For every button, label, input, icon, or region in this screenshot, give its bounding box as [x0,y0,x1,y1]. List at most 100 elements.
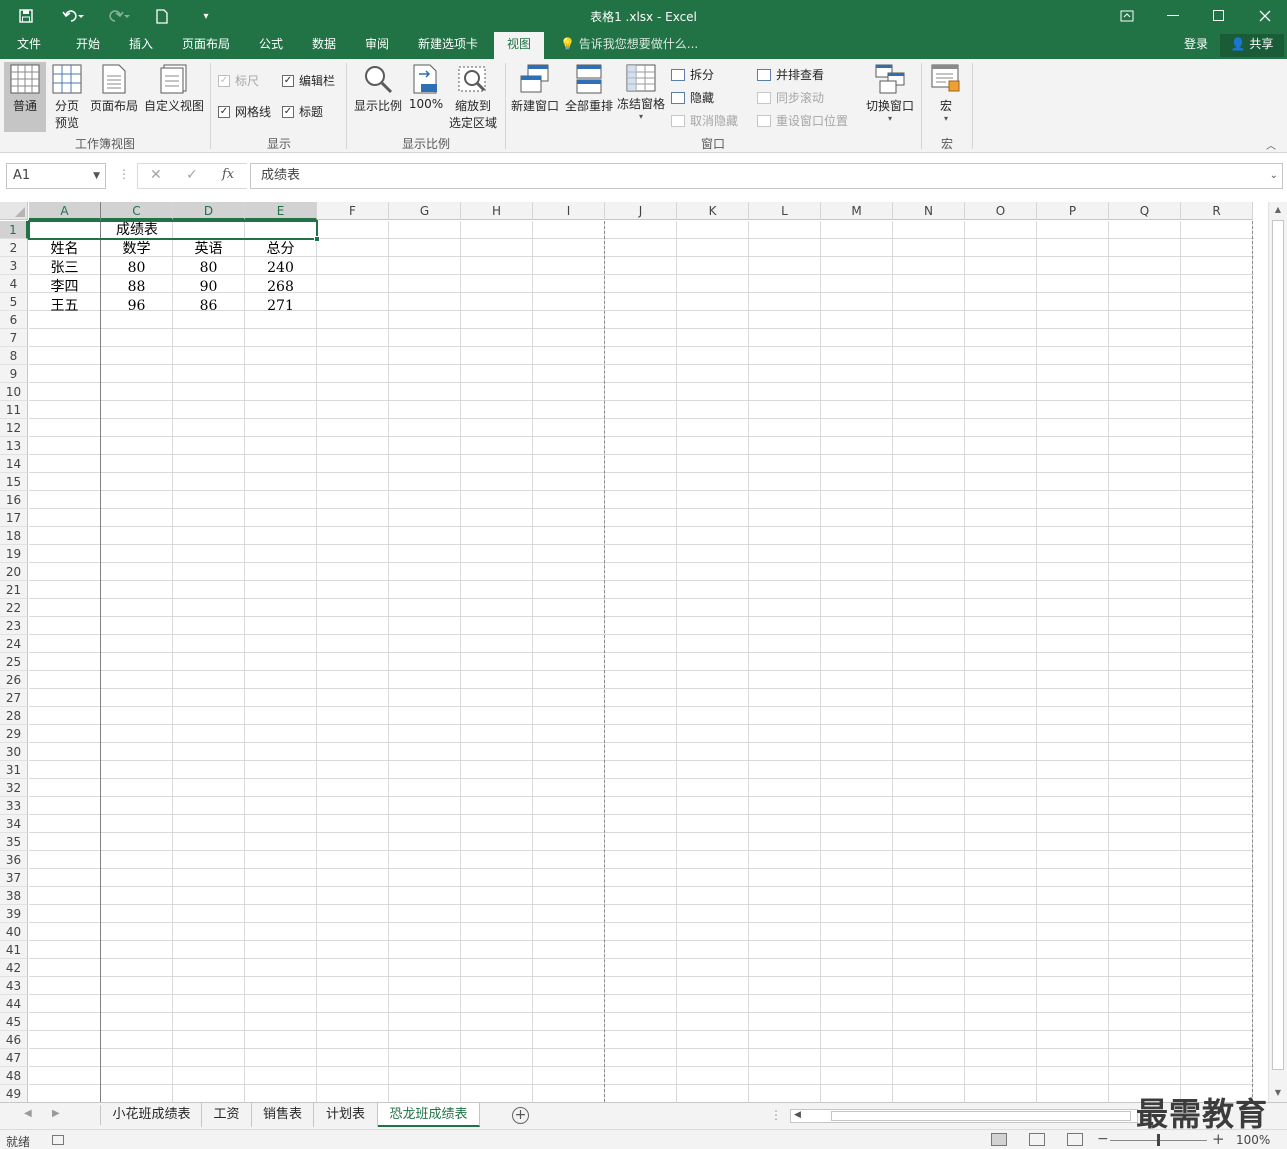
row-header[interactable]: 25 [0,653,28,671]
zoom-in-icon[interactable]: + [1212,1130,1225,1148]
row-header[interactable]: 42 [0,959,28,977]
row-header[interactable]: 38 [0,887,28,905]
row-header[interactable]: 16 [0,491,28,509]
prev-sheet-icon[interactable]: ◀ [24,1108,32,1119]
row-header[interactable]: 22 [0,599,28,617]
row-header[interactable]: 13 [0,437,28,455]
row-header[interactable]: 30 [0,743,28,761]
row-header[interactable]: 47 [0,1049,28,1067]
column-header[interactable]: M [821,202,893,220]
row-header[interactable]: 9 [0,365,28,383]
sheet-tab[interactable]: 工资 [202,1103,252,1127]
column-header[interactable]: O [965,202,1037,220]
zoom-level[interactable]: 100% [1236,1133,1270,1147]
row-header[interactable]: 31 [0,761,28,779]
normal-view-icon[interactable] [991,1133,1007,1146]
new-window-button[interactable]: 新建窗口 [509,64,561,114]
tab-page-layout[interactable]: 页面布局 [176,32,236,59]
column-header[interactable]: J [605,202,677,220]
row-header[interactable]: 45 [0,1013,28,1031]
tab-review[interactable]: 审阅 [356,32,398,59]
select-all-button[interactable] [0,202,28,220]
zoom-slider-thumb[interactable] [1157,1134,1160,1146]
tab-splitter-icon[interactable]: ⋮ [770,1108,782,1122]
zoom-to-selection-button[interactable]: 缩放到 选定区域 [446,64,500,131]
row-header[interactable]: 48 [0,1067,28,1085]
page-layout-button[interactable]: 页面布局 [88,64,140,114]
cell-header-english[interactable]: 英语 [173,240,244,258]
ruler-checkbox[interactable]: ✓ 标尺 [218,72,259,89]
normal-view-button[interactable]: 普通 [4,62,46,132]
ribbon-display-options-icon[interactable] [1104,0,1150,32]
cell-total[interactable]: 271 [245,297,316,315]
row-header[interactable]: 21 [0,581,28,599]
add-sheet-icon[interactable]: + [512,1107,529,1124]
row-header[interactable]: 28 [0,707,28,725]
tab-file[interactable]: 文件 [6,32,52,59]
page-break-preview-button[interactable]: 分页 预览 [48,64,86,131]
column-header[interactable]: C [101,202,173,220]
split-button[interactable]: 拆分 [671,66,714,83]
row-header[interactable]: 26 [0,671,28,689]
cell-area[interactable] [29,221,1254,1102]
row-header[interactable]: 1 [0,221,28,239]
column-header[interactable]: K [677,202,749,220]
close-icon[interactable] [1242,0,1287,32]
row-header[interactable]: 2 [0,239,28,257]
switch-windows-button[interactable]: 切换窗口 ▾ [862,64,918,123]
formula-bar-grip-icon[interactable]: ⋮ [118,167,130,181]
row-header[interactable]: 7 [0,329,28,347]
row-header[interactable]: 44 [0,995,28,1013]
cell-header-total[interactable]: 总分 [245,240,316,258]
tab-new-tab[interactable]: 新建选项卡 [410,32,486,59]
horizontal-scrollbar[interactable]: ◀ [790,1109,1138,1123]
worksheet-grid[interactable]: ACDEFGHIJKLMNOPQR 1 2 3 4 5 6 7 8 9 10 11 12 13 14 15 1… [0,202,1287,1102]
cell-name[interactable]: 李四 [29,278,100,296]
vertical-scroll-thumb[interactable] [1272,220,1284,1070]
row-header[interactable]: 24 [0,635,28,653]
cell-math[interactable]: 88 [101,278,172,296]
macros-button[interactable]: 宏 ▾ [926,64,966,123]
column-header[interactable]: A [29,202,101,220]
row-header[interactable]: 23 [0,617,28,635]
headings-checkbox[interactable]: ✓ 标题 [282,103,323,120]
enter-icon[interactable]: ✓ [186,167,198,183]
fill-handle[interactable] [314,236,320,242]
column-header[interactable]: L [749,202,821,220]
row-header[interactable]: 27 [0,689,28,707]
row-header[interactable]: 40 [0,923,28,941]
sheet-tab[interactable]: 销售表 [252,1103,314,1127]
row-header[interactable]: 43 [0,977,28,995]
arrange-all-button[interactable]: 全部重排 [563,64,615,114]
row-header[interactable]: 10 [0,383,28,401]
scroll-left-icon[interactable]: ◀ [794,1110,801,1120]
row-header[interactable]: 6 [0,311,28,329]
formula-input[interactable]: 成绩表 ⌄ [250,163,1283,189]
column-header[interactable]: F [317,202,389,220]
maximize-icon[interactable] [1196,0,1242,32]
column-header[interactable]: R [1181,202,1253,220]
column-header[interactable]: I [533,202,605,220]
row-header[interactable]: 8 [0,347,28,365]
horizontal-scroll-thumb[interactable] [831,1111,1131,1121]
page-break-view-icon[interactable] [1067,1133,1083,1146]
column-header[interactable]: N [893,202,965,220]
row-header[interactable]: 18 [0,527,28,545]
row-header[interactable]: 17 [0,509,28,527]
column-header[interactable]: G [389,202,461,220]
page-layout-view-icon[interactable] [1029,1133,1045,1146]
reset-window-position-button[interactable]: 重设窗口位置 [757,112,848,129]
sheet-tab[interactable]: 小花班成绩表 [102,1103,202,1127]
column-header[interactable]: D [173,202,245,220]
next-sheet-icon[interactable]: ▶ [52,1108,60,1119]
tab-view[interactable]: 视图 [494,32,544,59]
row-header[interactable]: 11 [0,401,28,419]
tell-me-box[interactable]: 💡 告诉我您想要做什么... [560,32,698,59]
sheet-tab-active[interactable]: 恐龙班成绩表 [378,1103,480,1127]
expand-formula-bar-icon[interactable]: ⌄ [1270,164,1278,188]
cell-name[interactable]: 张三 [29,259,100,277]
minimize-icon[interactable] [1150,0,1196,32]
cell-total[interactable]: 240 [245,259,316,277]
column-header[interactable]: Q [1109,202,1181,220]
name-box[interactable]: A1 ▼ [6,163,106,189]
